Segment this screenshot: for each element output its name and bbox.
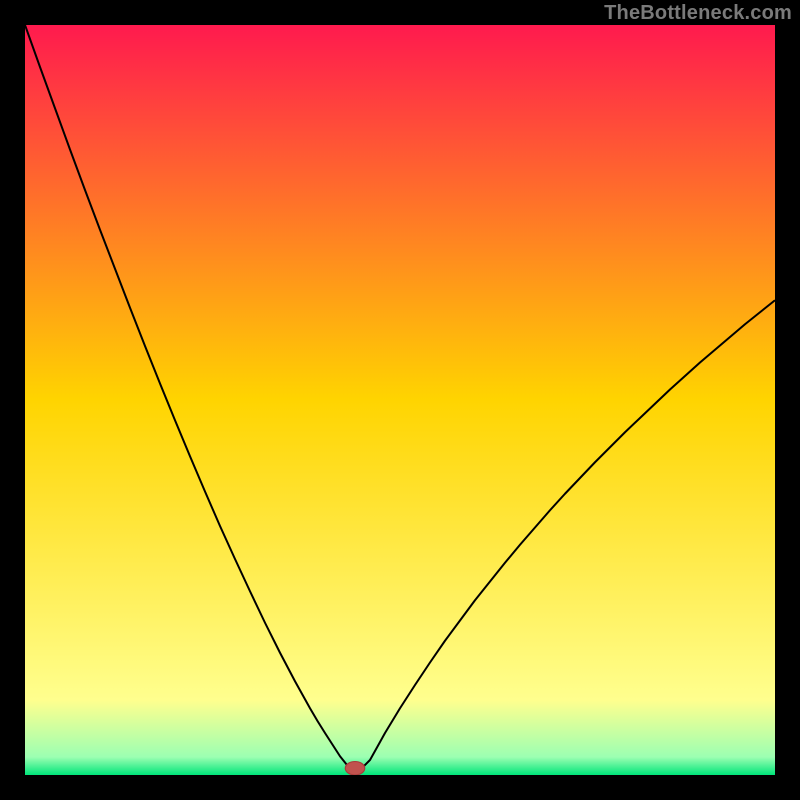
chart-frame: TheBottleneck.com — [0, 0, 800, 800]
gradient-background — [25, 25, 775, 775]
watermark-text: TheBottleneck.com — [604, 2, 792, 25]
bottleneck-chart — [25, 25, 775, 775]
optimum-marker — [345, 762, 365, 776]
